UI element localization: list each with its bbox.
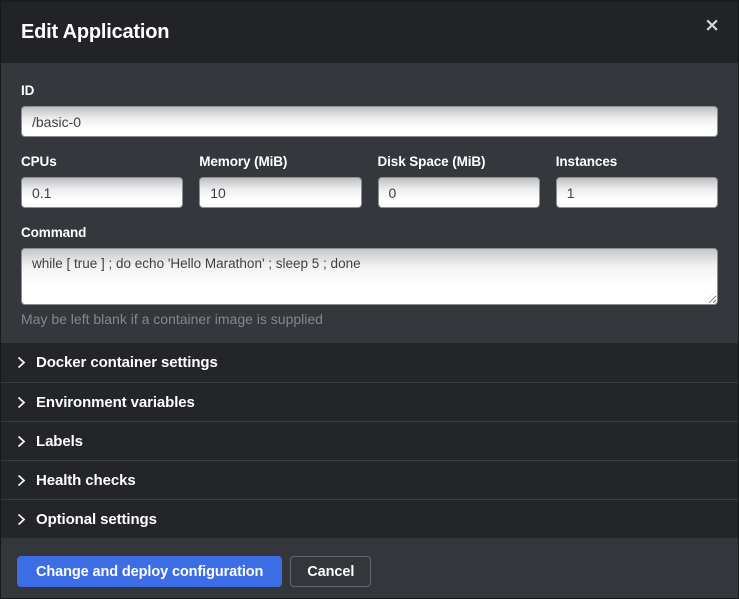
cancel-button[interactable]: Cancel [290,556,371,587]
chevron-right-icon [17,435,26,448]
section-label: Optional settings [36,511,157,528]
instances-input[interactable] [556,177,718,208]
instances-field-group: Instances [556,155,718,208]
cpus-field-label: CPUs [21,155,183,169]
modal-footer: Change and deploy configuration Cancel [1,538,738,598]
section-optional-settings[interactable]: Optional settings [1,499,738,538]
change-and-deploy-button[interactable]: Change and deploy configuration [17,556,282,587]
disk-field-label: Disk Space (MiB) [378,155,540,169]
cpus-field-group: CPUs [21,155,183,208]
resource-fields-row: CPUs Memory (MiB) Disk Space (MiB) Insta… [21,155,718,208]
memory-field-group: Memory (MiB) [199,155,361,208]
command-help-text: May be left blank if a container image i… [21,311,718,327]
edit-application-modal: Edit Application × ID CPUs Memory (MiB) … [0,0,739,599]
section-label: Health checks [36,472,136,489]
command-textarea[interactable]: while [ true ] ; do echo 'Hello Marathon… [21,248,718,305]
chevron-right-icon [17,356,26,369]
modal-header: Edit Application × [1,2,738,63]
cpus-input[interactable] [21,177,183,208]
section-label: Labels [36,433,83,450]
memory-input[interactable] [199,177,361,208]
disk-field-group: Disk Space (MiB) [378,155,540,208]
section-health-checks[interactable]: Health checks [1,460,738,499]
page-title: Edit Application [21,21,169,44]
id-field-group: ID [21,84,718,137]
id-input[interactable] [21,106,718,137]
command-textarea-wrap: while [ true ] ; do echo 'Hello Marathon… [21,248,718,305]
chevron-right-icon [17,513,26,526]
command-field-label: Command [21,226,718,240]
section-environment-variables[interactable]: Environment variables [1,382,738,421]
id-field-label: ID [21,84,718,98]
close-icon[interactable]: × [698,12,726,39]
section-label: Environment variables [36,394,195,411]
disk-input[interactable] [378,177,540,208]
modal-body: ID CPUs Memory (MiB) Disk Space (MiB) In… [1,63,738,343]
memory-field-label: Memory (MiB) [199,155,361,169]
chevron-right-icon [17,396,26,409]
section-docker-container-settings[interactable]: Docker container settings [1,343,738,382]
chevron-right-icon [17,474,26,487]
instances-field-label: Instances [556,155,718,169]
section-label: Docker container settings [36,354,218,371]
accordion-sections: Docker container settings Environment va… [1,343,738,538]
section-labels[interactable]: Labels [1,421,738,460]
command-field-group: Command while [ true ] ; do echo 'Hello … [21,226,718,327]
